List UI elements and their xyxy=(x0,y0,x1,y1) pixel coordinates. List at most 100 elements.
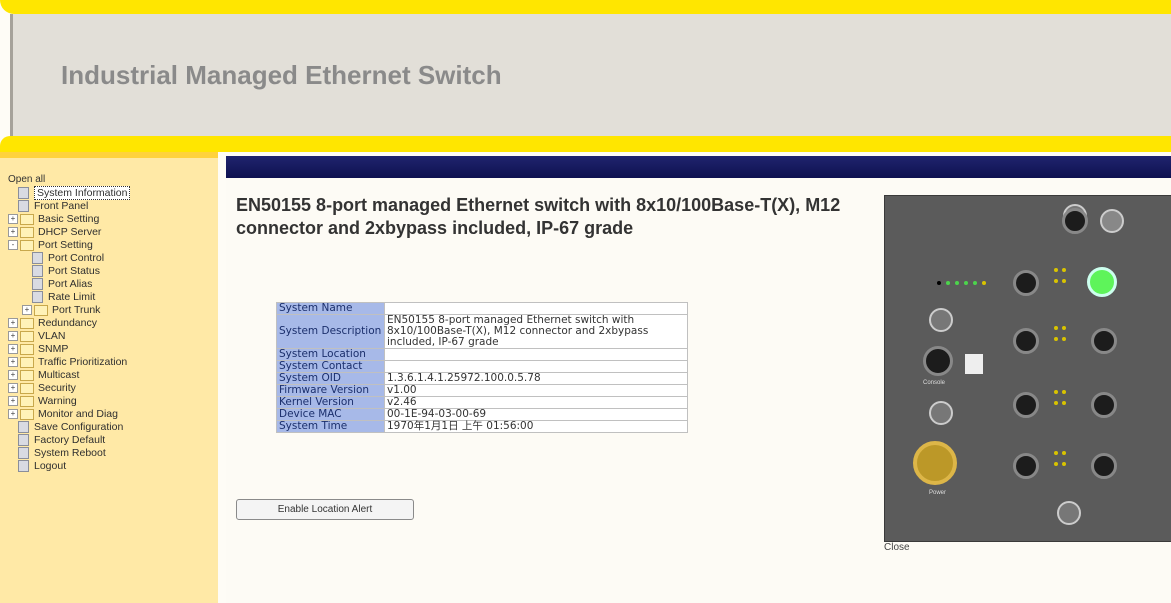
row-label: System OID xyxy=(276,372,385,385)
sidebar-item-label: Rate Limit xyxy=(48,291,96,303)
sidebar-item-multicast[interactable]: + Multicast xyxy=(8,369,130,382)
sidebar-item-monitor-and-diag[interactable]: + Monitor and Diag xyxy=(8,408,130,421)
folder-icon xyxy=(20,343,34,355)
sidebar-item-basic-setting[interactable]: + Basic Setting xyxy=(8,213,130,226)
collapse-icon[interactable]: - xyxy=(8,240,18,251)
row-value: v1.00 xyxy=(384,384,688,397)
sidebar-item-label: System Information xyxy=(34,186,131,200)
port-p1-icon xyxy=(1013,453,1039,479)
page-icon xyxy=(18,200,29,213)
led-icon xyxy=(1054,401,1058,405)
sidebar-item-rate-limit[interactable]: Rate Limit xyxy=(8,291,130,304)
sidebar-item-warning[interactable]: + Warning xyxy=(8,395,130,408)
sidebar-item-label: Port Control xyxy=(48,252,105,264)
sidebar-item-label: Multicast xyxy=(38,369,80,381)
front-panel-image: Console Power xyxy=(884,195,1171,542)
page-icon xyxy=(32,265,43,278)
sidebar-item-label: System Reboot xyxy=(34,447,106,459)
expand-icon[interactable]: + xyxy=(8,396,18,407)
sidebar-item-security[interactable]: + Security xyxy=(8,382,130,395)
sidebar-item-save-configuration[interactable]: Save Configuration xyxy=(8,421,130,434)
led-icon xyxy=(982,281,986,285)
sidebar-item-system-information[interactable]: System Information xyxy=(8,186,131,200)
port-p7-icon xyxy=(1091,328,1117,354)
expand-icon[interactable]: + xyxy=(8,344,18,355)
expand-icon[interactable]: + xyxy=(8,383,18,394)
sidebar-item-port-trunk[interactable]: + Port Trunk xyxy=(8,304,130,317)
sidebar-item-port-setting[interactable]: - Port Setting xyxy=(8,239,130,252)
top-accent-stripe xyxy=(0,0,1171,14)
row-value: 00-1E-94-03-00-69 xyxy=(384,408,688,421)
row-label: System Contact xyxy=(276,360,385,373)
folder-icon xyxy=(20,213,34,225)
folder-icon xyxy=(20,356,34,368)
row-label: System Location xyxy=(276,348,385,361)
expand-icon[interactable]: + xyxy=(22,305,32,316)
sidebar-item-vlan[interactable]: + VLAN xyxy=(8,330,130,343)
led-icon xyxy=(955,281,959,285)
device-title: EN50155 8-port managed Ethernet switch w… xyxy=(236,195,841,238)
led-icon xyxy=(1062,390,1066,394)
led-icon xyxy=(1054,390,1058,394)
sidebar-item-port-status[interactable]: Port Status xyxy=(8,265,130,278)
led-icon xyxy=(937,281,941,285)
sidebar-item-dhcp-server[interactable]: + DHCP Server xyxy=(8,226,130,239)
led-icon xyxy=(1054,268,1058,272)
led-icon xyxy=(964,281,968,285)
enable-location-alert-button[interactable]: Enable Location Alert xyxy=(236,499,414,520)
port-p2-icon xyxy=(1013,392,1039,418)
m12-connector-icon xyxy=(929,308,953,332)
led-icon xyxy=(1054,337,1058,341)
nav-bar xyxy=(226,156,1171,178)
expand-icon[interactable]: + xyxy=(8,370,18,381)
power-connector-icon xyxy=(913,441,957,485)
page-icon xyxy=(32,252,43,265)
sidebar-item-label: DHCP Server xyxy=(38,226,102,238)
expand-icon[interactable]: + xyxy=(8,357,18,368)
sidebar-item-label: Port Status xyxy=(48,265,100,277)
console-label: Console xyxy=(923,380,946,386)
table-row: Kernel Version v2.46 xyxy=(276,396,688,409)
sidebar-item-front-panel[interactable]: Front Panel xyxy=(8,200,130,213)
led-icon xyxy=(1062,451,1066,455)
table-row: System Description EN50155 8-port managed… xyxy=(276,314,688,349)
sidebar-item-label: SNMP xyxy=(38,343,69,355)
sidebar-item-snmp[interactable]: + SNMP xyxy=(8,343,130,356)
sidebar-item-factory-default[interactable]: Factory Default xyxy=(8,434,130,447)
expand-icon[interactable]: + xyxy=(8,227,18,238)
main-content: EN50155 8-port managed Ethernet switch w… xyxy=(226,178,1171,603)
led-icon xyxy=(1062,268,1066,272)
open-all-link[interactable]: Open all xyxy=(8,174,130,185)
folder-icon xyxy=(34,304,48,316)
sidebar: Open all System Information Front Panel + B… xyxy=(0,152,218,603)
nav-tree: Open all System Information Front Panel + B… xyxy=(8,174,131,473)
table-row: System OID 1.3.6.1.4.1.25972.100.0.5.78 xyxy=(276,372,688,385)
sidebar-item-system-reboot[interactable]: System Reboot xyxy=(8,447,130,460)
sidebar-item-label: Basic Setting xyxy=(38,213,100,225)
page-icon xyxy=(18,460,29,473)
table-row: System Contact xyxy=(276,360,688,373)
sidebar-item-label: Port Alias xyxy=(48,278,93,290)
led-icon xyxy=(973,281,977,285)
page-icon xyxy=(18,434,29,447)
row-label: Kernel Version xyxy=(276,396,385,409)
sidebar-item-label: Monitor and Diag xyxy=(38,408,118,420)
close-link[interactable]: Close xyxy=(884,542,910,553)
row-value xyxy=(384,302,688,315)
row-value xyxy=(384,348,688,361)
expand-icon[interactable]: + xyxy=(8,331,18,342)
sidebar-item-traffic-prioritization[interactable]: + Traffic Prioritization xyxy=(8,356,130,369)
expand-icon[interactable]: + xyxy=(8,409,18,420)
led-icon xyxy=(1062,401,1066,405)
sidebar-item-port-alias[interactable]: Port Alias xyxy=(8,278,130,291)
led-icon xyxy=(1062,337,1066,341)
header-divider-bar xyxy=(0,136,1171,152)
port-p4-icon xyxy=(1013,270,1039,296)
sidebar-item-redundancy[interactable]: + Redundancy xyxy=(8,317,130,330)
led-icon xyxy=(946,281,950,285)
folder-icon xyxy=(20,239,34,251)
expand-icon[interactable]: + xyxy=(8,318,18,329)
sidebar-item-logout[interactable]: Logout xyxy=(8,460,130,473)
sidebar-item-port-control[interactable]: Port Control xyxy=(8,252,130,265)
expand-icon[interactable]: + xyxy=(8,214,18,225)
